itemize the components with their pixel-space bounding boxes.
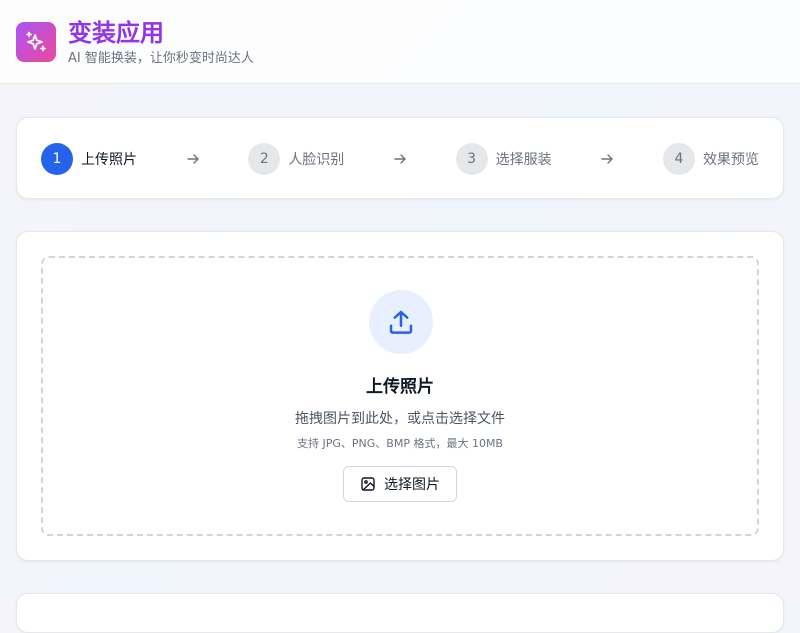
upload-title: 上传照片 (366, 377, 434, 397)
step-choose-clothing: 3 选择服装 (455, 143, 552, 175)
step-label: 选择服装 (495, 152, 552, 168)
arrow-right-icon (600, 152, 614, 166)
step-upload-photo: 1 上传照片 (41, 143, 137, 175)
image-icon (360, 476, 376, 492)
arrow-right-icon (393, 152, 407, 166)
app-title: 变装应用 (68, 19, 164, 47)
upload-dropzone[interactable]: 上传照片 拖拽图片到此处，或点击选择文件 支持 JPG、PNG、BMP 格式，最… (41, 256, 759, 536)
step-label: 上传照片 (81, 152, 137, 168)
step-number: 4 (662, 143, 695, 175)
upload-description: 拖拽图片到此处，或点击选择文件 (295, 411, 505, 427)
step-face-detection: 2 人脸识别 (248, 143, 344, 175)
app-logo (16, 22, 56, 62)
upload-format-hint: 支持 JPG、PNG、BMP 格式，最大 10MB (297, 437, 503, 450)
step-number: 2 (248, 143, 281, 175)
upload-card: 上传照片 拖拽图片到此处，或点击选择文件 支持 JPG、PNG、BMP 格式，最… (16, 231, 784, 561)
app-subtitle: AI 智能换装，让你秒变时尚达人 (68, 51, 254, 66)
step-preview: 4 效果预览 (662, 143, 759, 175)
step-number: 1 (41, 143, 73, 175)
arrow-right-icon (186, 152, 200, 166)
upload-icon (389, 310, 413, 334)
step-progress: 1 上传照片 2 人脸识别 3 选择服装 4 效果预览 (41, 142, 759, 176)
upload-icon-circle (369, 290, 433, 354)
step-label: 人脸识别 (288, 152, 345, 168)
choose-image-label: 选择图片 (384, 477, 440, 493)
steps-card: 1 上传照片 2 人脸识别 3 选择服装 4 效果预览 (16, 117, 784, 199)
step-number: 3 (455, 143, 488, 175)
next-section-card (16, 593, 784, 633)
choose-image-button[interactable]: 选择图片 (343, 466, 457, 502)
app-header: 变装应用 AI 智能换装，让你秒变时尚达人 (0, 0, 800, 84)
sparkles-icon (26, 31, 46, 52)
step-label: 效果预览 (702, 152, 759, 168)
